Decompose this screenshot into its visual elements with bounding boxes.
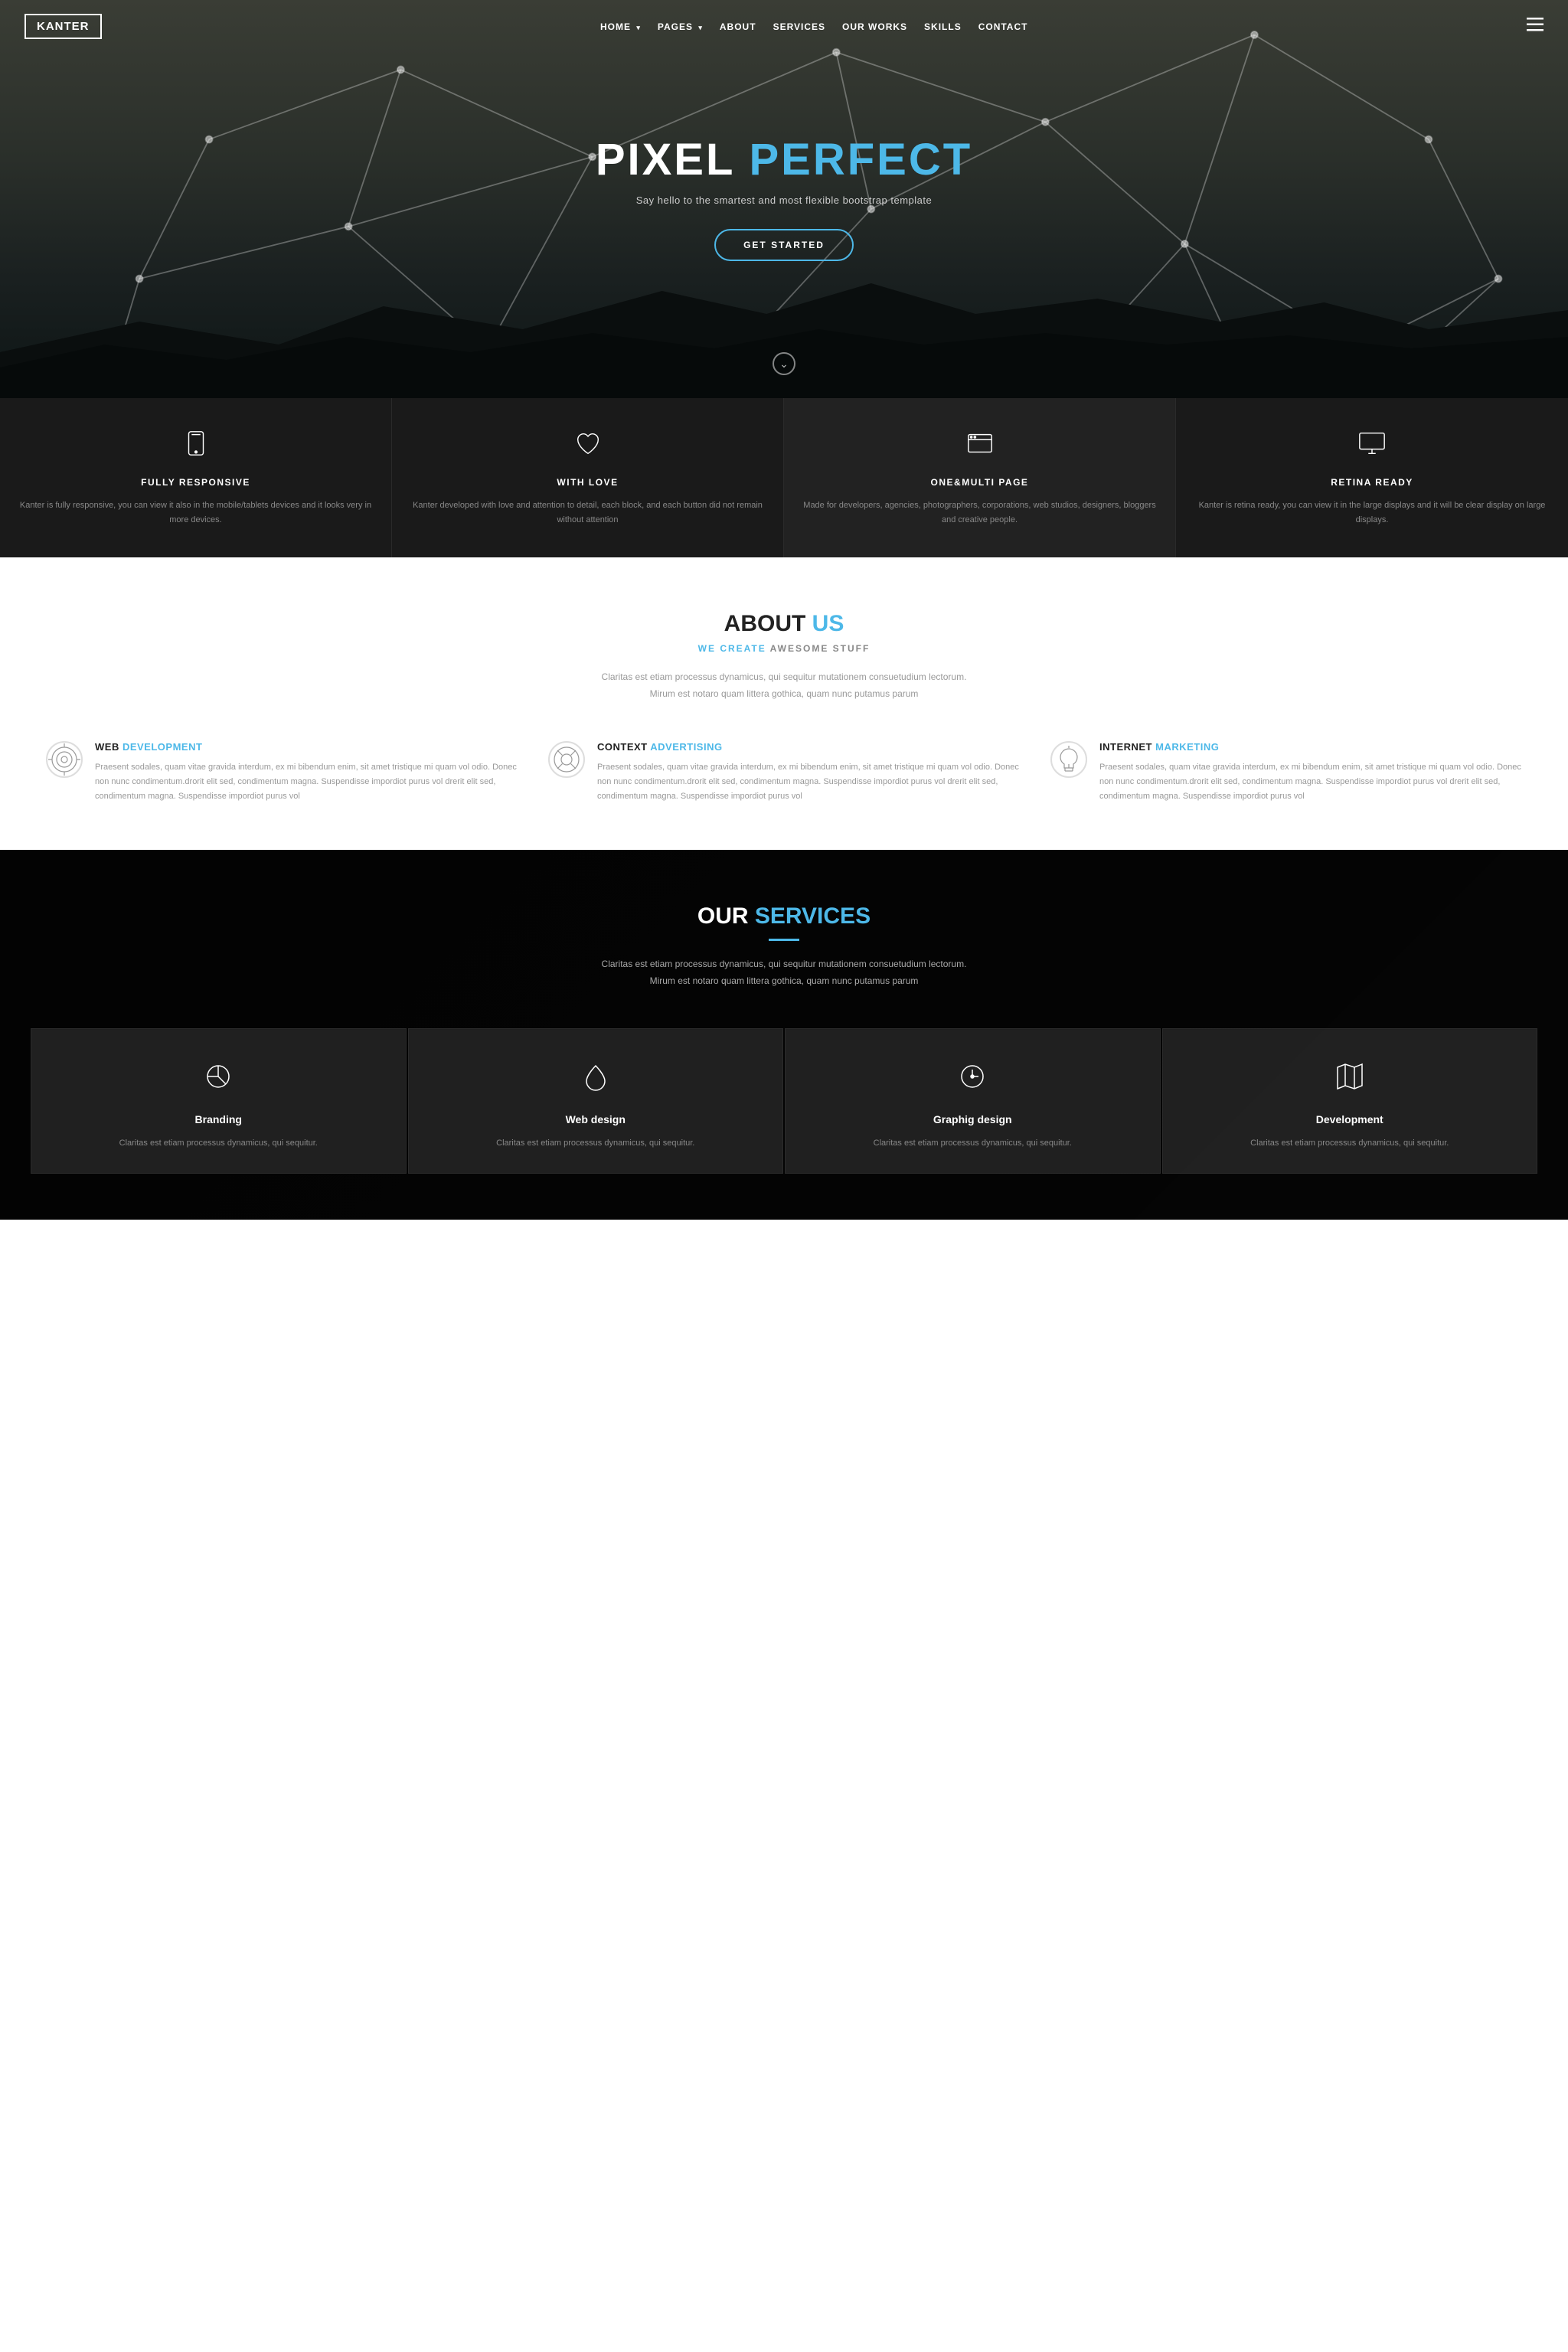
navbar-links: HOME ▾ PAGES ▾ ABOUT SERVICES OUR WORKS …	[600, 20, 1027, 34]
service-branding-desc: Claritas est etiam processus dynamicus, …	[47, 1136, 390, 1151]
nav-item-services[interactable]: SERVICES	[773, 20, 825, 34]
services-title: OUR SERVICES	[31, 903, 1537, 929]
feature-retina-desc: Kanter is retina ready, you can view it …	[1194, 498, 1550, 527]
feature-multipage: ONE&MULTI PAGE Made for developers, agen…	[784, 398, 1176, 557]
about-feature-webdev-content: WEB DEVELOPMENT Praesent sodales, quam v…	[95, 741, 518, 805]
services-content: OUR SERVICES Claritas est etiam processu…	[31, 903, 1537, 1174]
nav-link-ourworks[interactable]: OUR WORKS	[842, 21, 907, 32]
nav-item-pages[interactable]: PAGES ▾	[658, 20, 703, 34]
about-feature-advertising-content: CONTEXT ADVERTISING Praesent sodales, qu…	[597, 741, 1020, 805]
services-desc: Claritas est etiam processus dynamicus, …	[593, 956, 975, 989]
about-feature-marketing: INTERNET MARKETING Praesent sodales, qua…	[1050, 741, 1522, 805]
nav-item-skills[interactable]: SKILLS	[924, 20, 962, 34]
navbar-logo[interactable]: KANTER	[24, 14, 102, 39]
feature-multipage-desc: Made for developers, agencies, photograp…	[802, 498, 1157, 527]
bulb-icon	[1050, 741, 1087, 778]
hero-content: PIXEL PERFECT Say hello to the smartest …	[596, 138, 972, 261]
service-development-title: Development	[1178, 1113, 1522, 1125]
services-title-text: OUR	[697, 903, 755, 929]
feature-love-title: WITH LOVE	[410, 477, 765, 488]
browser-icon	[802, 429, 1157, 465]
heart-icon	[410, 429, 765, 465]
about-feature-marketing-desc: Praesent sodales, quam vitae gravida int…	[1099, 760, 1522, 805]
chevron-down-icon: ⌄	[779, 358, 789, 371]
about-feature-webdev-title: WEB DEVELOPMENT	[95, 741, 518, 753]
about-title: ABOUT US	[46, 611, 1522, 637]
feature-multipage-title: ONE&MULTI PAGE	[802, 477, 1157, 488]
mobile-icon	[18, 429, 373, 465]
feature-love: WITH LOVE Kanter developed with love and…	[392, 398, 784, 557]
features-strip: FULLY RESPONSIVE Kanter is fully respons…	[0, 398, 1568, 557]
hero-title-accent: PERFECT	[749, 135, 972, 185]
service-development: Development Claritas est etiam processus…	[1162, 1028, 1538, 1174]
about-feature-advertising-title: CONTEXT ADVERTISING	[597, 741, 1020, 753]
about-feature-webdev-desc: Praesent sodales, quam vitae gravida int…	[95, 760, 518, 805]
nav-link-pages[interactable]: PAGES ▾	[658, 21, 703, 32]
hero-subtitle: Say hello to the smartest and most flexi…	[596, 194, 972, 206]
hero-title-text: PIXEL	[596, 135, 750, 185]
hero-scroll-button[interactable]: ⌄	[773, 352, 795, 375]
services-title-accent: SERVICES	[755, 903, 871, 929]
navbar: KANTER HOME ▾ PAGES ▾ ABOUT SERVICES OUR…	[0, 0, 1568, 53]
about-subtitle: WE CREATE AWESOME STUFF	[46, 643, 1522, 654]
about-feature-webdev: WEB DEVELOPMENT Praesent sodales, quam v…	[46, 741, 518, 805]
nav-link-skills[interactable]: SKILLS	[924, 21, 962, 32]
service-graphicdesign-desc: Claritas est etiam processus dynamicus, …	[801, 1136, 1145, 1151]
nav-arrow-pages: ▾	[698, 24, 703, 31]
mountain-silhouette	[0, 245, 1568, 398]
service-graphicdesign-title: Graphig design	[801, 1113, 1145, 1125]
target-icon	[46, 741, 83, 778]
about-subtitle-accent: WE CREATE	[698, 643, 766, 654]
nav-link-about[interactable]: ABOUT	[720, 21, 756, 32]
hero-title: PIXEL PERFECT	[596, 138, 972, 182]
about-feature-marketing-content: INTERNET MARKETING Praesent sodales, qua…	[1099, 741, 1522, 805]
service-branding: Branding Claritas est etiam processus dy…	[31, 1028, 407, 1174]
hero-cta-button[interactable]: GET STARTED	[714, 229, 854, 261]
services-grid: Branding Claritas est etiam processus dy…	[31, 1028, 1537, 1174]
services-section: OUR SERVICES Claritas est etiam processu…	[0, 850, 1568, 1220]
about-feature-marketing-title: INTERNET MARKETING	[1099, 741, 1522, 753]
services-divider	[769, 939, 799, 941]
service-graphicdesign: Graphig design Claritas est etiam proces…	[785, 1028, 1161, 1174]
about-title-text: ABOUT	[724, 611, 812, 636]
pie-chart-icon	[47, 1060, 390, 1101]
map-icon	[1178, 1060, 1522, 1101]
service-branding-title: Branding	[47, 1113, 390, 1125]
service-development-desc: Claritas est etiam processus dynamicus, …	[1178, 1136, 1522, 1151]
hamburger-icon[interactable]	[1527, 18, 1544, 36]
lifebuoy-icon	[548, 741, 585, 778]
hero-section: PIXEL PERFECT Say hello to the smartest …	[0, 0, 1568, 398]
feature-retina: RETINA READY Kanter is retina ready, you…	[1176, 398, 1568, 557]
nav-link-home[interactable]: HOME ▾	[600, 21, 641, 32]
about-title-accent: US	[812, 611, 844, 636]
nav-item-ourworks[interactable]: OUR WORKS	[842, 20, 907, 34]
about-feature-advertising-desc: Praesent sodales, quam vitae gravida int…	[597, 760, 1020, 805]
feature-responsive-title: FULLY RESPONSIVE	[18, 477, 373, 488]
about-features: WEB DEVELOPMENT Praesent sodales, quam v…	[46, 741, 1522, 805]
about-desc: Claritas est etiam processus dynamicus, …	[593, 669, 975, 702]
nav-item-about[interactable]: ABOUT	[720, 20, 756, 34]
service-webdesign: Web design Claritas est etiam processus …	[408, 1028, 784, 1174]
clock-icon	[801, 1060, 1145, 1101]
about-subtitle-text: AWESOME STUFF	[766, 643, 871, 654]
nav-item-home[interactable]: HOME ▾	[600, 20, 641, 34]
feature-responsive: FULLY RESPONSIVE Kanter is fully respons…	[0, 398, 392, 557]
nav-arrow-home: ▾	[636, 24, 641, 31]
feature-love-desc: Kanter developed with love and attention…	[410, 498, 765, 527]
about-feature-advertising: CONTEXT ADVERTISING Praesent sodales, qu…	[548, 741, 1020, 805]
nav-item-contact[interactable]: CONTACT	[978, 20, 1028, 34]
nav-link-contact[interactable]: CONTACT	[978, 21, 1028, 32]
service-webdesign-title: Web design	[424, 1113, 768, 1125]
feature-retina-title: RETINA READY	[1194, 477, 1550, 488]
service-webdesign-desc: Claritas est etiam processus dynamicus, …	[424, 1136, 768, 1151]
feature-responsive-desc: Kanter is fully responsive, you can view…	[18, 498, 373, 527]
monitor-icon	[1194, 429, 1550, 465]
nav-link-services[interactable]: SERVICES	[773, 21, 825, 32]
about-section: ABOUT US WE CREATE AWESOME STUFF Clarita…	[0, 557, 1568, 850]
drop-icon	[424, 1060, 768, 1101]
